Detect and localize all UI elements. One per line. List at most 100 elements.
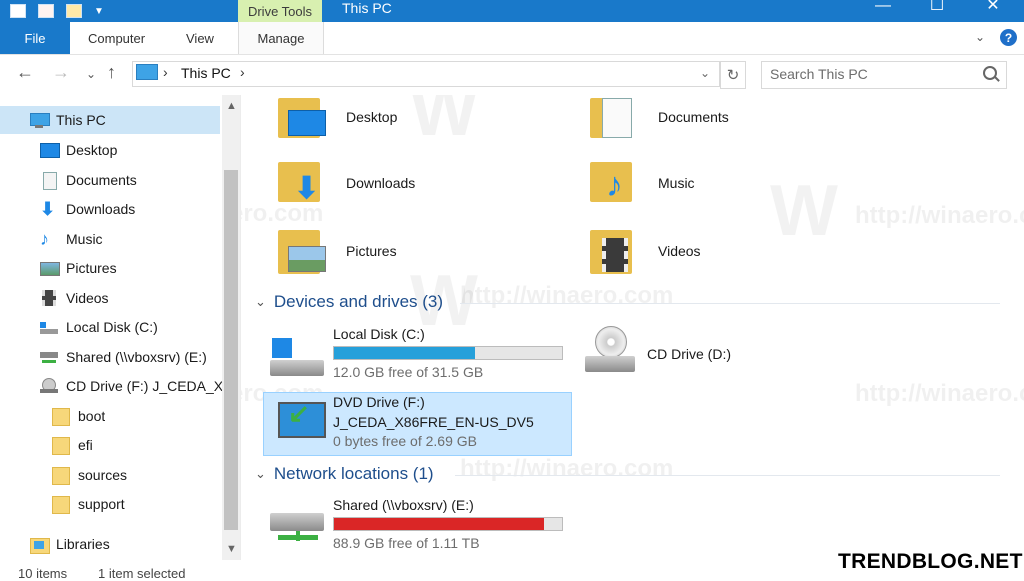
sidebar-item-label: boot xyxy=(78,408,106,424)
disk-usage-bar xyxy=(333,346,563,360)
disk-usage-fill xyxy=(334,347,476,359)
sidebar-item-downloads[interactable]: ⬇ Downloads xyxy=(40,195,135,223)
folder-label: Music xyxy=(658,175,695,191)
drive-tools-context-tab: Drive Tools xyxy=(238,0,322,22)
sidebar-item-this-pc[interactable]: This PC xyxy=(0,106,220,134)
recent-locations-chevron-icon[interactable]: ⌄ xyxy=(86,67,96,81)
network-location-shared[interactable]: Shared (\\vboxsrv) (E:) 88.9 GB free of … xyxy=(270,495,570,555)
sidebar-item-label: Downloads xyxy=(66,201,136,217)
drive-volume-label: J_CEDA_X86FRE_EN-US_DV5 xyxy=(333,414,534,430)
watermark-url: http://winaero.com xyxy=(855,202,1024,229)
devices-group-header[interactable]: ⌄ Devices and drives (3) xyxy=(255,292,443,312)
sidebar-item-local-disk[interactable]: Local Disk (C:) xyxy=(40,313,158,341)
downloads-icon: ⬇ xyxy=(40,199,56,219)
sidebar-item-pictures[interactable]: Pictures xyxy=(40,254,117,282)
sidebar-item-label: Documents xyxy=(66,172,137,188)
group-title: Network locations (1) xyxy=(273,464,434,483)
drive-free-space: 88.9 GB free of 1.11 TB xyxy=(333,535,480,551)
scrollbar-thumb[interactable] xyxy=(224,170,238,530)
watermark-logo: W xyxy=(770,171,838,251)
back-arrow-icon[interactable]: ← xyxy=(16,62,34,83)
videos-icon xyxy=(40,290,58,306)
properties-icon[interactable] xyxy=(38,4,54,18)
sidebar-item-boot[interactable]: boot xyxy=(52,402,105,430)
network-drive-icon xyxy=(270,507,328,551)
tab-view[interactable]: View xyxy=(186,22,214,54)
breadcrumb-chevron-icon[interactable]: › xyxy=(240,64,245,80)
sidebar-item-music[interactable]: ♪ Music xyxy=(40,225,103,253)
documents-icon xyxy=(40,172,58,190)
sidebar-item-efi[interactable]: efi xyxy=(52,431,93,459)
drive-free-space: 12.0 GB free of 31.5 GB xyxy=(333,364,484,380)
computer-icon xyxy=(30,112,50,128)
disk-usage-fill xyxy=(334,518,544,530)
drive-name: DVD Drive (F:) xyxy=(333,394,425,410)
help-icon[interactable]: ? xyxy=(1000,29,1017,46)
sidebar-item-desktop[interactable]: Desktop xyxy=(40,136,117,164)
folder-desktop[interactable]: Desktop xyxy=(278,96,397,138)
folder-icon xyxy=(52,408,70,426)
refresh-icon: ↻ xyxy=(726,67,740,84)
watermark-url: http://winaero.com xyxy=(460,282,674,309)
quick-access-toolbar: ▼ xyxy=(0,0,104,22)
network-group-header[interactable]: ⌄ Network locations (1) xyxy=(255,464,434,484)
group-divider xyxy=(455,475,1000,476)
music-icon: ♪ xyxy=(40,229,49,249)
scroll-up-icon[interactable]: ▲ xyxy=(226,100,237,112)
sidebar-item-cd-drive[interactable]: CD Drive (F:) J_CEDA_X86 xyxy=(40,372,222,400)
downloads-folder-icon: ⬇ xyxy=(278,160,326,206)
new-folder-icon[interactable] xyxy=(66,4,82,18)
folder-documents[interactable]: Documents xyxy=(590,96,729,138)
folder-videos[interactable]: Videos xyxy=(590,228,701,274)
scroll-down-icon[interactable]: ▼ xyxy=(226,543,237,555)
drive-name: Local Disk (C:) xyxy=(333,326,425,342)
chevron-down-icon: ⌄ xyxy=(255,294,266,309)
computer-icon[interactable] xyxy=(10,4,26,18)
breadcrumb[interactable]: This PC xyxy=(181,65,231,81)
address-dropdown-icon[interactable]: ⌄ xyxy=(700,66,710,80)
sidebar-item-documents[interactable]: Documents xyxy=(40,166,137,194)
folder-label: Downloads xyxy=(346,175,416,191)
tab-manage[interactable]: Manage xyxy=(238,22,324,54)
sidebar-item-support[interactable]: support xyxy=(52,490,125,518)
sidebar-item-label: support xyxy=(78,496,125,512)
drive-free-space: 0 bytes free of 2.69 GB xyxy=(333,433,477,449)
chevron-down-icon[interactable]: ▼ xyxy=(94,6,104,17)
sidebar-item-label: sources xyxy=(78,467,128,483)
breadcrumb-chevron-icon[interactable]: › xyxy=(163,64,168,80)
watermark-url: http://winaero.com xyxy=(460,455,674,482)
drive-cd[interactable]: CD Drive (D:) xyxy=(585,326,825,382)
close-button[interactable]: ✕ xyxy=(970,0,1016,22)
libraries-icon xyxy=(30,536,50,554)
tab-file[interactable]: File xyxy=(0,22,70,54)
folder-label: Documents xyxy=(658,109,729,125)
drive-name: Shared (\\vboxsrv) (E:) xyxy=(333,497,474,513)
drive-local-disk[interactable]: Local Disk (C:) 12.0 GB free of 31.5 GB xyxy=(270,324,570,388)
videos-folder-icon xyxy=(590,228,638,274)
sidebar-item-videos[interactable]: Videos xyxy=(40,284,109,312)
maximize-button[interactable]: ☐ xyxy=(914,0,960,22)
tab-computer[interactable]: Computer xyxy=(88,22,145,54)
sidebar-item-label: Local Disk (C:) xyxy=(66,319,158,335)
chevron-down-icon: ⌄ xyxy=(255,466,266,481)
forward-arrow-icon[interactable]: → xyxy=(52,62,70,83)
sidebar-item-label: Pictures xyxy=(66,260,117,276)
search-icon[interactable] xyxy=(983,66,997,80)
sidebar-item-sources[interactable]: sources xyxy=(52,461,127,489)
refresh-button[interactable]: ↻ xyxy=(720,61,746,89)
group-title: Devices and drives (3) xyxy=(273,292,444,311)
network-drive-icon xyxy=(40,349,58,365)
sidebar-item-libraries[interactable]: Libraries xyxy=(30,530,110,558)
computer-icon xyxy=(136,64,158,80)
minimize-button[interactable]: — xyxy=(860,0,906,22)
expand-ribbon-icon[interactable]: ⌄ xyxy=(975,30,985,44)
documents-folder-icon xyxy=(590,96,638,138)
folder-music[interactable]: ♪ Music xyxy=(590,160,695,206)
folder-pictures[interactable]: Pictures xyxy=(278,228,397,274)
folder-icon xyxy=(52,496,70,514)
folder-label: Pictures xyxy=(346,243,397,259)
local-disk-icon xyxy=(40,319,58,335)
sidebar-item-shared-drive[interactable]: Shared (\\vboxsrv) (E:) xyxy=(40,343,207,371)
folder-downloads[interactable]: ⬇ Downloads xyxy=(278,160,415,206)
up-arrow-icon[interactable]: ↑ xyxy=(107,62,116,83)
